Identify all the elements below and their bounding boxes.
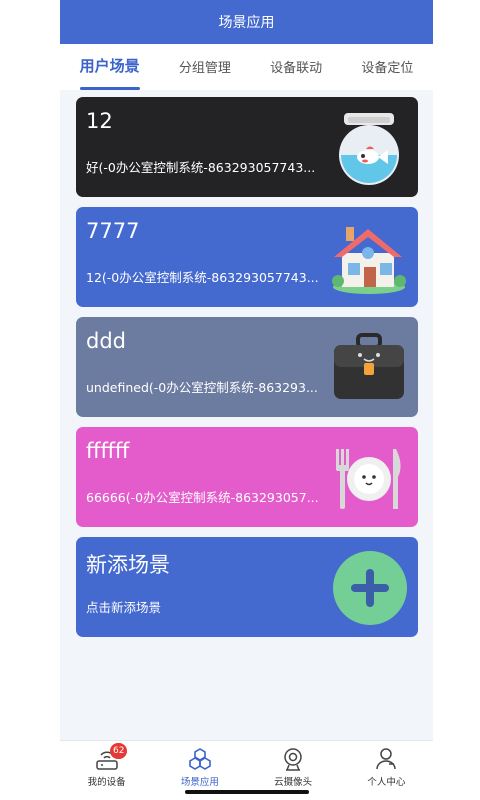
scene-subtitle: 好(-0办公室控制系统-863293057743... — [86, 160, 316, 175]
briefcase-icon — [334, 333, 404, 399]
scene-title: 12 — [86, 109, 113, 133]
scene-card[interactable]: ddd undefined(-0办公室控制系统-863293... — [76, 317, 418, 417]
scene-subtitle: undefined(-0办公室控制系统-863293... — [86, 380, 318, 395]
app-screen: 场景应用 用户场景 分组管理 设备联动 设备定位 12 好(-0办公室控制系统-… — [60, 0, 433, 800]
scene-card[interactable]: 7777 12(-0办公室控制系统-863293057743... — [76, 207, 418, 307]
hexagons-icon — [189, 748, 211, 770]
scene-subtitle: 12(-0办公室控制系统-863293057743... — [86, 270, 319, 285]
tab-group-management[interactable]: 分组管理 — [179, 57, 231, 90]
tab-bar: 用户场景 分组管理 设备联动 设备定位 — [60, 44, 433, 90]
scene-title: 新添场景 — [86, 553, 170, 577]
scene-title: ddd — [86, 329, 126, 353]
add-scene-card[interactable]: 新添场景 点击新添场景 — [76, 537, 418, 637]
tabbar-label: 我的设备 — [87, 777, 126, 788]
tab-device-linkage[interactable]: 设备联动 — [270, 57, 322, 90]
scene-card[interactable]: ffffff 66666(-0办公室控制系统-863293057... — [76, 427, 418, 527]
person-icon — [376, 748, 397, 770]
fishbowl-icon — [339, 113, 399, 185]
device-count-badge: 62 — [110, 743, 128, 759]
add-icon — [333, 551, 407, 625]
scene-title: 7777 — [86, 219, 140, 243]
home-indicator — [185, 790, 309, 794]
page-title: 场景应用 — [218, 15, 275, 31]
dinner-plate-icon — [336, 449, 401, 509]
house-icon — [332, 227, 406, 294]
scene-subtitle: 点击新添场景 — [86, 600, 162, 615]
scene-subtitle: 66666(-0办公室控制系统-863293057... — [86, 490, 319, 505]
tab-user-scenes[interactable]: 用户场景 — [79, 55, 140, 90]
tab-device-location[interactable]: 设备定位 — [361, 57, 413, 90]
tabbar-label: 个人中心 — [367, 777, 406, 788]
tabbar-label: 场景应用 — [180, 777, 219, 788]
camera-icon — [284, 748, 302, 771]
scene-title: ffffff — [86, 439, 130, 463]
tabbar-label: 云摄像头 — [274, 777, 313, 788]
scene-card[interactable]: 12 好(-0办公室控制系统-863293057743... — [76, 97, 418, 197]
tabbar-item-my-devices[interactable]: 62 我的设备 — [60, 741, 153, 800]
tabbar-item-profile[interactable]: 个人中心 — [340, 741, 433, 800]
header-bar: 场景应用 — [60, 0, 433, 44]
